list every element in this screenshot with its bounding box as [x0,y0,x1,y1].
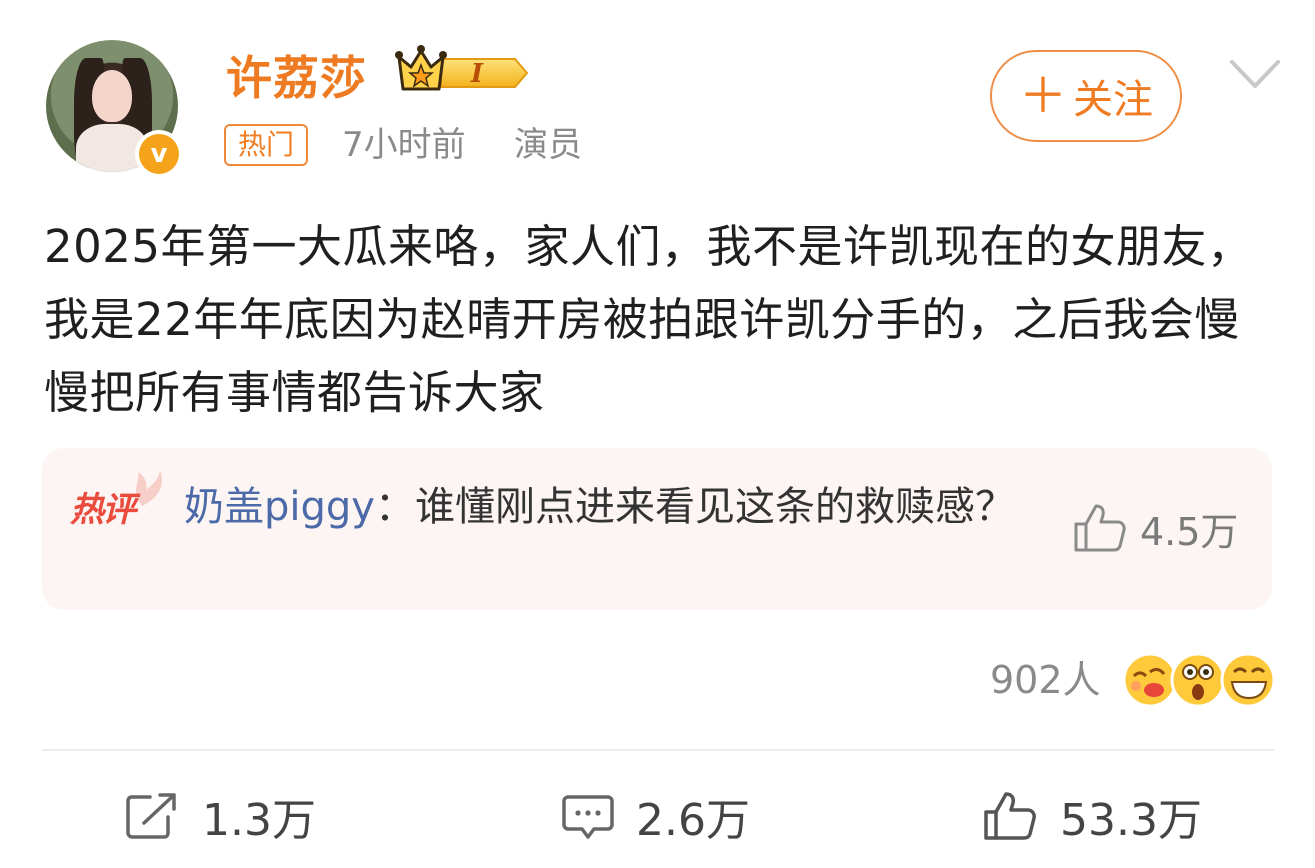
share-count: 1.3万 [202,795,316,846]
grinning-face-icon [1220,652,1276,708]
share-button[interactable]: 1.3万 [124,788,316,846]
comment-like-button[interactable]: 4.5万 [1072,502,1238,554]
share-icon [126,793,176,839]
verified-mark: v [139,134,179,174]
reaction-emojis[interactable] [1120,650,1280,710]
thumbs-up-icon [984,792,1036,840]
chevron-down-icon[interactable] [1228,54,1282,94]
comment-username[interactable]: 奶盖piggy [184,484,375,530]
vip-level-text: I [470,59,484,89]
hot-comment-label: 热评 [70,490,136,530]
follow-button[interactable]: ＋ 关注 [990,50,1182,142]
vip-crown-badge-icon[interactable]: I [395,45,530,97]
follow-label: 关注 [1073,77,1153,123]
post-text: 2025年第一大瓜来咯，家人们，我不是许凯现在的女朋友，我是22年年底因为赵晴开… [44,220,1253,419]
reaction-count[interactable]: 902人 [990,652,1101,708]
like-count: 53.3万 [1060,795,1202,846]
comment-like-count: 4.5万 [1140,509,1239,554]
hot-tag: 热门 [224,124,309,166]
avatar-face [92,70,132,122]
hot-comment-logo: 热评 [70,468,170,530]
username[interactable]: 许荔莎 [226,42,367,108]
surprised-face-icon [1170,652,1226,708]
comment-icon [562,795,614,839]
plus-icon: ＋ [1018,68,1067,124]
hot-comment-body: 奶盖piggy：谁懂刚点进来看见这条的救赎感？ [184,478,1024,536]
divider [42,749,1274,751]
thumbs-up-icon [1074,504,1126,552]
comment-separator: ： [374,484,415,530]
like-button[interactable]: 53.3万 [982,788,1202,846]
kiss-face-icon [1122,652,1178,708]
comment-button[interactable]: 2.6万 [562,788,750,846]
comment-text: 谁懂刚点进来看见这条的救赎感？ [414,484,1015,530]
verified-badge-icon: v [135,130,183,178]
hot-comment-card[interactable]: 热评 奶盖piggy：谁懂刚点进来看见这条的救赎感？ 4.5万 [42,448,1272,610]
user-role: 演员 [514,125,582,165]
comment-count: 2.6万 [636,795,750,846]
post-time: 7小时前 [342,125,466,165]
